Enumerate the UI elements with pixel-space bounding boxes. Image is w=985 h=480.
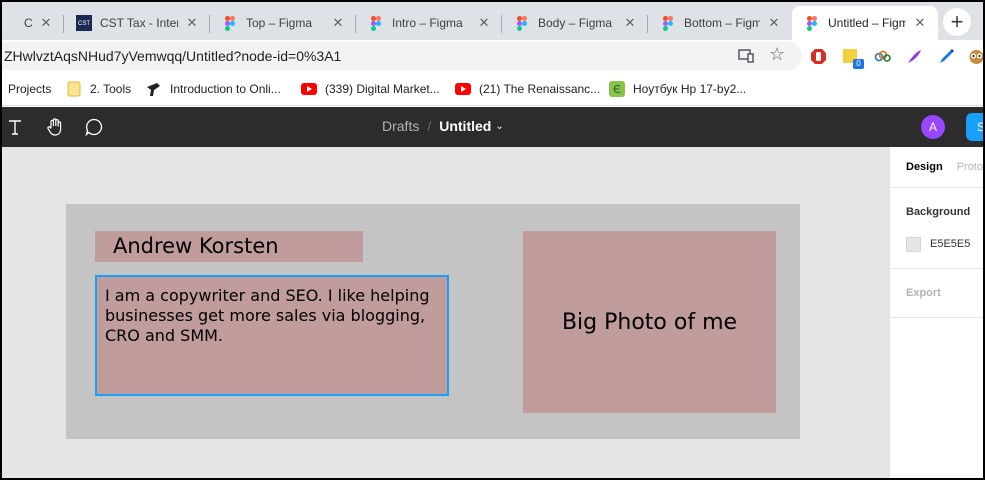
browser-tab[interactable]: CST CST Tax - Intern ✕ <box>64 6 210 40</box>
file-name[interactable]: Untitled <box>439 118 491 134</box>
export-section-title[interactable]: Export <box>906 287 941 299</box>
background-color-swatch[interactable] <box>906 237 921 252</box>
browser-tab[interactable]: Body – Figma ✕ <box>502 6 648 40</box>
stop-extension-icon[interactable] <box>810 48 827 65</box>
figma-toolbar: Drafts / Untitled ⌄ A S <box>2 107 983 147</box>
owl-extension-icon[interactable] <box>968 48 985 65</box>
tab-label: CST Tax - Intern <box>100 16 178 30</box>
background-section-title: Background <box>906 206 971 218</box>
share-button[interactable]: S <box>966 113 983 141</box>
pen-extension-icon[interactable] <box>938 48 955 65</box>
bookmark-item[interactable]: Projects <box>8 81 51 97</box>
close-icon[interactable]: ✕ <box>766 15 782 31</box>
figma-icon <box>514 15 530 31</box>
bookmarks-bar: Projects 2. Tools Introduction to Onli..… <box>2 72 983 106</box>
store-icon: Є <box>609 81 625 97</box>
bookmark-item[interactable]: (339) Digital Market... <box>301 81 440 97</box>
new-tab-button[interactable]: + <box>943 8 971 36</box>
svg-text:Є: Є <box>613 83 621 96</box>
bookmark-label: (339) Digital Market... <box>325 82 440 96</box>
browser-tab[interactable]: Intro – Figma ✕ <box>356 6 502 40</box>
comment-tool-icon[interactable] <box>83 116 105 138</box>
close-icon[interactable]: ✕ <box>38 15 54 31</box>
rings-extension-icon[interactable] <box>874 48 891 65</box>
browser-tab[interactable]: Top – Figma ✕ <box>210 6 356 40</box>
panel-divider <box>890 317 983 318</box>
url-input[interactable]: ZHwlvztAqsNHud7yVemwqq/Untitled?node-id=… <box>2 42 802 70</box>
extension-badge: 0 <box>853 59 864 69</box>
background-color-hex[interactable]: E5E5E5 <box>930 238 970 250</box>
design-frame[interactable]: Andrew Korsten I am a copywriter and SEO… <box>66 204 800 439</box>
close-icon[interactable]: ✕ <box>330 15 346 31</box>
feather-extension-icon[interactable] <box>906 48 923 65</box>
chevron-down-icon[interactable]: ⌄ <box>495 121 503 132</box>
text-tool-icon[interactable] <box>4 116 26 138</box>
tab-label: Bottom – Figma <box>684 16 760 30</box>
youtube-icon <box>301 81 317 97</box>
address-bar: ZHwlvztAqsNHud7yVemwqq/Untitled?node-id=… <box>2 40 985 72</box>
youtube-icon <box>455 81 471 97</box>
breadcrumb-separator: / <box>427 118 432 134</box>
svg-text:CST: CST <box>78 21 90 27</box>
bookmark-folder[interactable]: 2. Tools <box>66 81 131 97</box>
bookmark-label: Ноутбук Hp 17-by2... <box>633 82 747 96</box>
bookmark-icon <box>146 81 162 97</box>
figma-icon <box>804 15 820 31</box>
figma-icon <box>368 15 384 31</box>
photo-placeholder-layer[interactable]: Big Photo of me <box>523 231 776 413</box>
avatar[interactable]: A <box>921 115 945 139</box>
photo-placeholder-text: Big Photo of me <box>561 309 738 335</box>
figma-icon <box>222 15 238 31</box>
cast-icon[interactable] <box>738 49 754 63</box>
folder-icon <box>66 81 82 97</box>
tab-label: Consultant l <box>24 16 32 30</box>
url-text: ZHwlvztAqsNHud7yVemwqq/Untitled?node-id=… <box>4 48 342 64</box>
bookmark-label: (21) The Renaissanc... <box>479 82 601 96</box>
bookmark-item[interactable]: (21) The Renaissanc... <box>455 81 600 97</box>
bookmark-label: 2. Tools <box>90 82 132 96</box>
browser-tab[interactable]: Bottom – Figma ✕ <box>648 6 792 40</box>
file-breadcrumb: Drafts / Untitled ⌄ <box>382 118 504 134</box>
star-icon[interactable]: ☆ <box>769 44 785 65</box>
panel-tabs: Design Proto <box>906 161 983 173</box>
tab-label: Body – Figma <box>538 16 613 30</box>
browser-tab-active[interactable]: Untitled – Figma ✕ <box>792 6 938 40</box>
browser-tab[interactable]: Consultant l ✕ <box>2 6 64 40</box>
tab-label: Untitled – Figma <box>828 16 906 30</box>
tab-label: Intro – Figma <box>392 16 463 30</box>
generic-tab-icon <box>2 15 16 31</box>
tab-design[interactable]: Design <box>906 161 943 173</box>
window-frame: Consultant l ✕ CST CST Tax - Intern ✕ To… <box>0 0 985 480</box>
hand-tool-icon[interactable] <box>44 116 66 138</box>
bookmark-label: Introduction to Onli... <box>170 82 281 96</box>
bookmark-item[interactable]: Є Ноутбук Hp 17-by2... <box>609 81 746 97</box>
panel-divider <box>890 187 983 188</box>
tab-prototype[interactable]: Proto <box>957 161 983 173</box>
tab-label: Top – Figma <box>246 16 313 30</box>
drafts-link[interactable]: Drafts <box>382 118 419 134</box>
cst-logo-icon: CST <box>76 15 92 31</box>
bookmark-item[interactable]: Introduction to Onli... <box>146 81 281 97</box>
bookmark-label: Projects <box>8 82 52 96</box>
bio-text-layer-selected[interactable]: I am a copywriter and SEO. I like helpin… <box>95 275 449 396</box>
close-icon[interactable]: ✕ <box>912 15 928 31</box>
panel-divider <box>890 268 983 269</box>
figma-icon <box>660 15 676 31</box>
figma-canvas[interactable]: Andrew Korsten I am a copywriter and SEO… <box>2 147 889 478</box>
close-icon[interactable]: ✕ <box>184 15 200 31</box>
close-icon[interactable]: ✕ <box>476 15 492 31</box>
browser-tab-strip: Consultant l ✕ CST CST Tax - Intern ✕ To… <box>2 2 983 40</box>
properties-panel: Design Proto Background E5E5E5 Export <box>889 147 983 478</box>
name-text-layer[interactable]: Andrew Korsten <box>95 231 363 262</box>
close-icon[interactable]: ✕ <box>622 15 638 31</box>
